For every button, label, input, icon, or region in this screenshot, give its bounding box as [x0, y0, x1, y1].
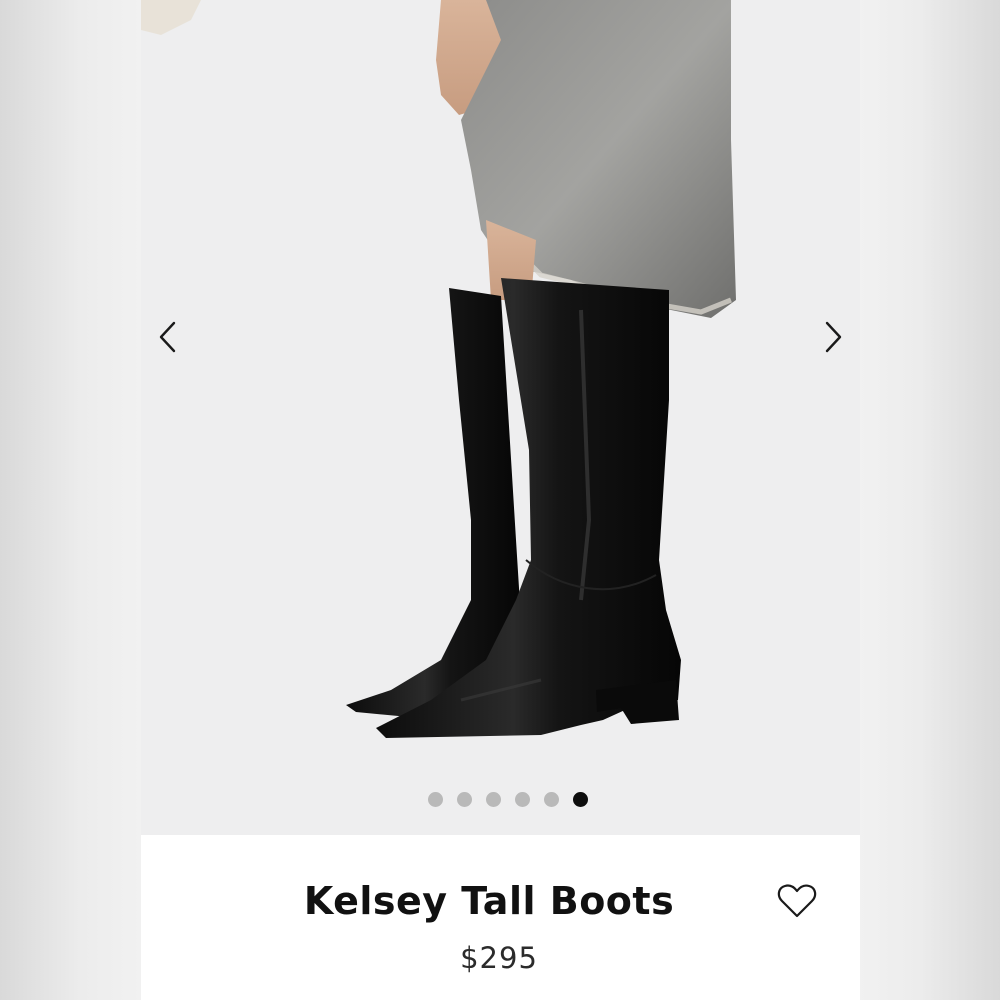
chevron-left-icon — [159, 321, 176, 353]
carousel-dot[interactable] — [427, 791, 443, 807]
product-title: Kelsey Tall Boots — [303, 879, 675, 923]
product-photo — [141, 0, 860, 835]
product-card: Kelsey Tall Boots $295 — [141, 0, 860, 1000]
carousel-dot[interactable] — [456, 791, 472, 807]
carousel-dot[interactable] — [543, 791, 559, 807]
carousel-dot-active[interactable] — [572, 791, 588, 807]
carousel-pagination — [141, 791, 860, 807]
heart-outline-icon — [777, 884, 817, 918]
product-price: $295 — [460, 941, 538, 975]
favorite-button[interactable] — [775, 881, 819, 921]
previous-image-button[interactable] — [148, 312, 188, 362]
product-image-carousel[interactable] — [141, 0, 860, 835]
next-image-button[interactable] — [813, 312, 853, 362]
chevron-right-icon — [825, 321, 842, 353]
product-info: Kelsey Tall Boots $295 — [141, 835, 860, 1000]
carousel-dot[interactable] — [485, 791, 501, 807]
carousel-dot[interactable] — [514, 791, 530, 807]
